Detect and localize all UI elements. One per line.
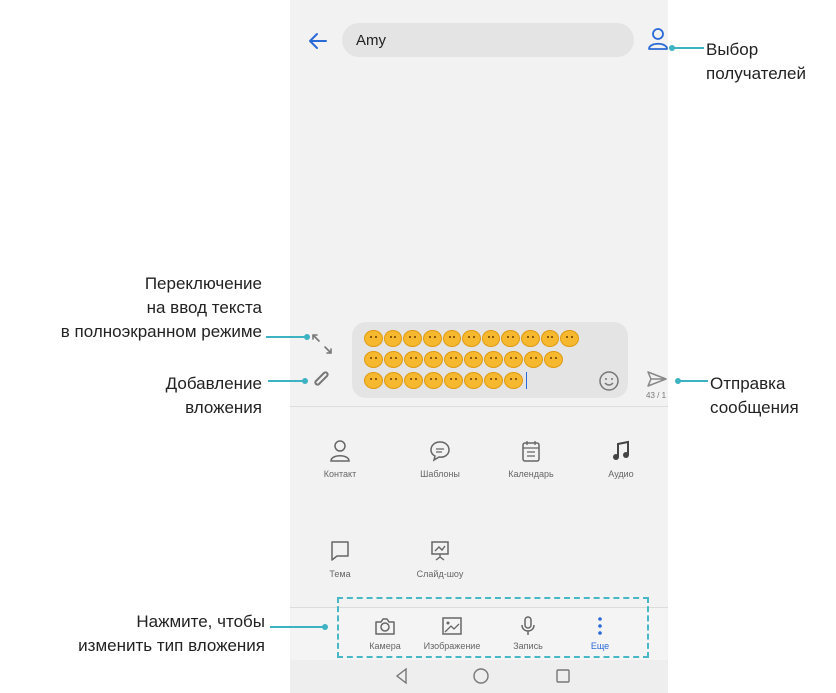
smiley-emoji-icon: [521, 330, 540, 347]
slideshow-icon: [431, 541, 449, 561]
smiley-emoji-icon: [442, 330, 462, 347]
leader-line: [672, 47, 704, 49]
smiley-emoji-icon: [444, 351, 463, 368]
recents-square-icon[interactable]: [553, 666, 573, 686]
recipient-field[interactable]: Amy: [342, 23, 634, 57]
attachment-label: Тема: [329, 569, 351, 579]
leader-line: [266, 336, 306, 338]
fullscreen-expand-icon[interactable]: [310, 332, 334, 356]
emoji-row: [364, 349, 579, 370]
smiley-emoji-icon: [422, 330, 442, 347]
leader-line: [678, 380, 708, 382]
contact-icon: [330, 440, 350, 462]
callout-recipients: Выбор получателей: [706, 40, 806, 83]
calendar-icon: [522, 441, 540, 462]
message-input[interactable]: [352, 322, 628, 398]
text-cursor: [526, 372, 527, 389]
smiley-emoji-icon: [403, 330, 422, 347]
callout-attachment: Добавление вложения: [165, 374, 262, 417]
smiley-emoji-icon: [364, 372, 383, 389]
templates-icon: [430, 441, 450, 462]
smiley-emoji-icon: [404, 351, 423, 368]
smiley-emoji-icon: [424, 351, 443, 368]
attachment-label: Календарь: [508, 469, 554, 479]
attachment-contact[interactable]: Контакт: [300, 439, 380, 479]
phone-screen: Amy 43 / 1 Контакт Шаблоны Календарь Ауд…: [290, 0, 668, 693]
subject-icon: [331, 541, 349, 561]
leader-dot: [302, 378, 308, 384]
back-arrow-icon[interactable]: [306, 28, 332, 54]
leader-line: [270, 626, 324, 628]
attachment-label: Аудио: [608, 469, 634, 479]
attachment-label: Шаблоны: [420, 469, 460, 479]
music-icon: [613, 440, 629, 460]
emoji-picker-icon[interactable]: [598, 370, 620, 392]
attachment-templates[interactable]: Шаблоны: [400, 439, 480, 479]
smiley-emoji-icon: [444, 372, 463, 389]
home-circle-icon[interactable]: [471, 666, 491, 686]
smiley-emoji-icon: [501, 330, 521, 347]
leader-dot: [322, 624, 328, 630]
leader-dot: [304, 334, 310, 340]
smiley-emoji-icon: [462, 330, 481, 347]
back-triangle-icon[interactable]: [392, 666, 412, 686]
smiley-emoji-icon: [504, 351, 523, 368]
smiley-emoji-icon: [544, 351, 563, 368]
compose-row: 43 / 1: [290, 320, 668, 402]
attachment-type-highlight: [337, 597, 649, 658]
top-bar: Amy: [290, 18, 668, 64]
attachment-slideshow[interactable]: Слайд-шоу: [400, 539, 480, 579]
smiley-emoji-icon: [384, 372, 403, 389]
callout-fullscreen: Переключение на ввод текста в полноэкран…: [60, 274, 262, 341]
smiley-emoji-icon: [484, 372, 503, 389]
smiley-emoji-icon: [424, 372, 443, 389]
attachment-panel: Контакт Шаблоны Календарь Аудио Тема Сла…: [290, 407, 668, 607]
emoji-row: [364, 328, 580, 349]
send-icon[interactable]: [646, 370, 668, 388]
smiley-emoji-icon: [524, 351, 543, 368]
contact-picker-icon[interactable]: [646, 26, 668, 52]
smiley-emoji-icon: [560, 330, 580, 347]
attachment-label: Контакт: [323, 469, 357, 479]
message-emoji-content: [364, 328, 580, 391]
attachment-audio[interactable]: Аудио: [581, 439, 661, 479]
smiley-emoji-icon: [540, 330, 560, 347]
smiley-emoji-icon: [481, 330, 501, 347]
paperclip-icon[interactable]: [310, 368, 334, 392]
system-navigation-bar: [290, 660, 668, 693]
recipient-name: Amy: [356, 32, 386, 49]
smiley-emoji-icon: [364, 330, 383, 347]
smiley-emoji-icon: [484, 351, 503, 368]
smiley-emoji-icon: [364, 351, 383, 368]
smiley-emoji-icon: [464, 351, 483, 368]
attachment-calendar[interactable]: Календарь: [491, 439, 571, 479]
smiley-emoji-icon: [464, 372, 483, 389]
character-counter: 43 / 1: [646, 391, 667, 400]
smiley-emoji-icon: [404, 372, 423, 389]
callout-change-type: Нажмите, чтобы изменить тип вложения: [78, 612, 265, 655]
emoji-row: [364, 370, 579, 391]
attachment-subject[interactable]: Тема: [300, 539, 380, 579]
smiley-emoji-icon: [383, 330, 403, 347]
smiley-emoji-icon: [504, 372, 523, 389]
attachment-label: Слайд-шоу: [416, 569, 464, 579]
callout-send: Отправка сообщения: [710, 374, 799, 417]
smiley-emoji-icon: [384, 351, 403, 368]
leader-line: [268, 380, 304, 382]
